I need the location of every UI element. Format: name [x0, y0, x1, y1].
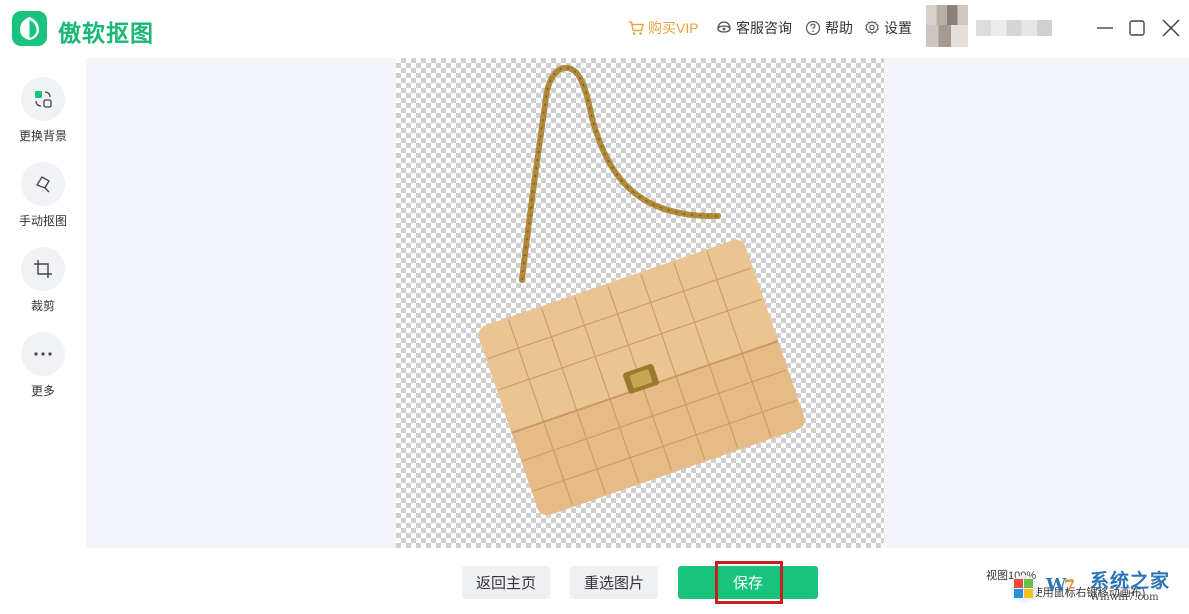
sidebar-item-change-background[interactable]: 更换背景 — [0, 77, 86, 144]
manual-cutout-icon — [36, 176, 50, 193]
crop-icon — [34, 260, 52, 278]
tool-circle — [21, 162, 65, 206]
reselect-image-button[interactable]: 重选图片 — [570, 566, 658, 599]
customer-service-label: 客服咨询 — [736, 20, 792, 36]
sidebar-item-crop[interactable]: 裁剪 — [0, 247, 86, 314]
headset-icon — [717, 21, 731, 33]
close-icon — [1162, 19, 1180, 37]
handbag-image — [478, 64, 805, 516]
sidebar-item-manual-cutout[interactable]: 手动抠图 — [0, 162, 86, 229]
maximize-button[interactable] — [1126, 17, 1148, 39]
settings-label: 设置 — [884, 20, 912, 36]
more-icon — [34, 352, 52, 356]
settings-link[interactable]: 设置 — [864, 18, 912, 38]
help-label: 帮助 — [825, 20, 853, 36]
tool-circle — [21, 77, 65, 121]
watermark-url: Winwin7.com — [1090, 592, 1159, 603]
buy-vip-label: 购买VIP — [648, 20, 699, 36]
tool-circle — [21, 247, 65, 291]
sidebar-item-label: 更换背景 — [18, 129, 67, 143]
help-icon — [805, 20, 821, 36]
username-blurred[interactable] — [976, 20, 1052, 36]
help-link[interactable]: 帮助 — [805, 18, 853, 38]
watermark-logo-icon: W 7 — [1010, 575, 1075, 603]
minimize-icon — [1097, 27, 1113, 29]
gear-icon — [865, 20, 879, 35]
minimize-button[interactable] — [1094, 17, 1116, 39]
back-to-home-button[interactable]: 返回主页 — [462, 566, 550, 599]
tool-circle — [21, 332, 65, 376]
avatar[interactable] — [926, 5, 968, 47]
sidebar-item-label: 更多 — [30, 384, 55, 398]
sidebar-item-label: 裁剪 — [30, 299, 55, 313]
save-button[interactable]: 保存 — [678, 566, 818, 599]
sidebar: 更换背景 手动抠图 裁剪 更多 — [0, 58, 86, 614]
app-logo-icon — [12, 11, 47, 46]
watermark-brand: 系统之家 — [1090, 570, 1171, 592]
sidebar-item-more[interactable]: 更多 — [0, 332, 86, 399]
close-button[interactable] — [1160, 17, 1182, 39]
change-background-icon — [35, 91, 52, 108]
customer-service-link[interactable]: 客服咨询 — [716, 18, 792, 38]
title-bar: 傲软抠图 购买VIP 客服咨询 帮助 设置 — [0, 0, 1189, 58]
maximize-icon — [1129, 20, 1145, 36]
sidebar-item-label: 手动抠图 — [18, 214, 67, 228]
buy-vip-link[interactable]: 购买VIP — [628, 18, 699, 38]
app-title: 傲软抠图 — [58, 20, 154, 46]
cart-icon — [629, 21, 644, 35]
svg-text:7: 7 — [1064, 576, 1075, 595]
